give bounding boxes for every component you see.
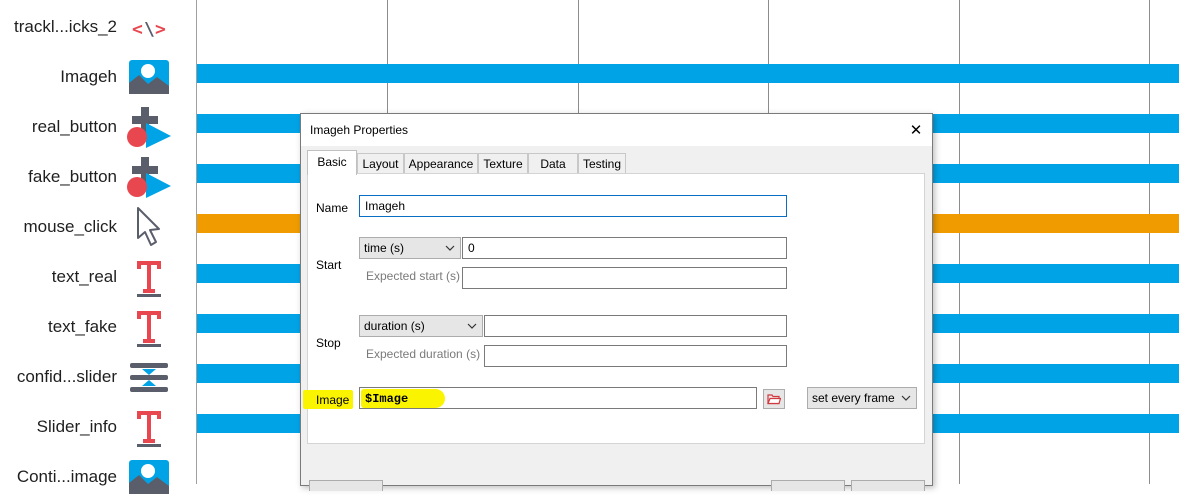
footer-button-ok[interactable] (771, 480, 845, 491)
stop-type-dropdown[interactable]: duration (s) (359, 315, 483, 337)
start-type-dropdown[interactable]: time (s) (359, 237, 461, 259)
name-value: Imageh (365, 199, 406, 213)
component-label: real_button (31, 117, 117, 136)
component-label: Conti...image (16, 467, 117, 486)
start-value-field[interactable]: 0 (462, 237, 787, 259)
start-label: Start (316, 258, 342, 272)
properties-dialog: Imageh Properties ✕ Basic Layout Appeara… (300, 113, 933, 491)
browse-button[interactable] (763, 389, 785, 409)
svg-text:>: > (155, 19, 166, 40)
tab-testing[interactable]: Testing (578, 153, 626, 174)
component-label: confid...slider (16, 367, 117, 386)
component-row-text-real[interactable]: text_real (0, 252, 196, 302)
tab-appearance[interactable]: Appearance (404, 153, 478, 174)
component-list: trackl...icks_2 < \ > Imageh real_button (0, 0, 196, 494)
expected-start-field[interactable] (462, 267, 787, 289)
chevron-down-icon (445, 242, 455, 256)
stop-type-value: duration (s) (364, 319, 425, 333)
tab-label: Layout (362, 157, 399, 171)
name-field[interactable]: Imageh (359, 195, 787, 217)
component-label: fake_button (28, 167, 117, 186)
chevron-down-icon (467, 320, 477, 334)
close-icon: ✕ (909, 121, 923, 139)
dialog-title: Imageh Properties (310, 123, 409, 137)
code-icon: < \ > (126, 5, 172, 49)
slider-icon (126, 355, 172, 399)
component-row-mouse-click[interactable]: mouse_click (0, 202, 196, 252)
mouse-cursor-icon (126, 205, 172, 249)
svg-text:\: \ (144, 19, 155, 40)
image-icon (126, 455, 172, 499)
footer-button-left[interactable] (309, 480, 383, 491)
name-label: Name (316, 201, 349, 215)
component-row-text-fake[interactable]: text_fake (0, 302, 196, 352)
component-label: mouse_click (23, 217, 117, 236)
tab-label: Basic (317, 155, 347, 169)
component-label: Slider_info (36, 417, 117, 436)
expected-duration-field[interactable] (484, 345, 787, 367)
component-label: text_fake (48, 317, 117, 336)
component-row-real-button[interactable]: real_button (0, 102, 196, 152)
tab-layout[interactable]: Layout (357, 153, 404, 174)
dialog-titlebar[interactable]: Imageh Properties ✕ (301, 114, 932, 146)
component-row-imageh[interactable]: Imageh (0, 52, 196, 102)
image-icon (126, 55, 172, 99)
expected-duration-label: Expected duration (s) (366, 347, 481, 361)
tab-data[interactable]: Data (528, 153, 578, 174)
component-row-tracking-clicks[interactable]: trackl...icks_2 < \ > (0, 2, 196, 52)
start-value: 0 (468, 241, 475, 255)
component-label: text_real (51, 267, 117, 286)
update-mode-value: set every frame (812, 391, 895, 405)
footer-button-cancel[interactable] (851, 480, 925, 491)
tab-texture[interactable]: Texture (478, 153, 528, 174)
stop-value-field[interactable] (484, 315, 787, 337)
text-icon (126, 405, 172, 449)
expected-start-label: Expected start (s) (366, 269, 461, 283)
tab-label: Appearance (408, 157, 474, 171)
tab-label: Texture (483, 157, 523, 171)
svg-text:<: < (132, 19, 143, 40)
tab-label: Testing (582, 157, 622, 171)
start-type-value: time (s) (364, 241, 404, 255)
stop-label: Stop (316, 336, 341, 350)
timeline-bar-imageh[interactable] (197, 64, 1179, 83)
text-icon (126, 305, 172, 349)
chevron-down-icon (901, 392, 911, 406)
component-row-fake-button[interactable]: fake_button (0, 152, 196, 202)
button-shapes-icon (126, 155, 172, 199)
image-value: $Image (365, 392, 409, 406)
update-mode-dropdown[interactable]: set every frame (807, 387, 917, 409)
component-row-confidence-slider[interactable]: confid...slider (0, 352, 196, 402)
tab-label: Data (540, 157, 566, 171)
component-row-continue-image[interactable]: Conti...image (0, 452, 196, 502)
component-label: trackl...icks_2 (14, 17, 117, 36)
component-row-slider-info[interactable]: Slider_info (0, 402, 196, 452)
tab-basic[interactable]: Basic (307, 150, 357, 175)
image-label: Image (316, 393, 350, 407)
text-icon (126, 255, 172, 299)
close-button[interactable]: ✕ (900, 114, 932, 146)
folder-icon (767, 393, 782, 408)
button-shapes-icon (126, 105, 172, 149)
component-label: Imageh (60, 67, 117, 86)
